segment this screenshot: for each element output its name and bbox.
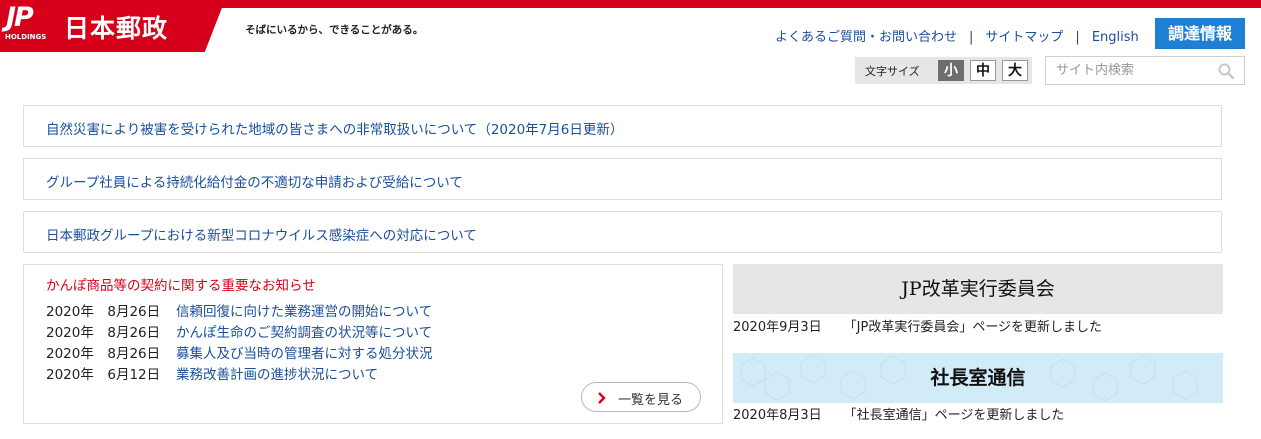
update-date: 2020年9月3日 bbox=[733, 320, 822, 335]
top-nav: よくあるご質問・お問い合わせ | サイトマップ | English bbox=[775, 26, 1139, 45]
chevron-right-icon bbox=[598, 392, 606, 404]
news-date: 2020年 8月26日 bbox=[46, 325, 161, 341]
news-date: 2020年 8月26日 bbox=[46, 346, 161, 362]
jp-reform-committee-title: JP改革実行委員会 bbox=[901, 278, 1055, 300]
news-link[interactable]: 業務改善計画の進捗状況について bbox=[176, 367, 378, 383]
site-search bbox=[1045, 56, 1245, 85]
news-link[interactable]: 募集人及び当時の管理者に対する処分状況 bbox=[176, 346, 433, 362]
update-text: 「社長室通信」ページを更新しました bbox=[843, 408, 1065, 423]
kampo-notice-title: かんぽ商品等の契約に関する重要なお知らせ bbox=[46, 278, 316, 294]
notice-link-disaster[interactable]: 自然災害により被害を受けられた地域の皆さまへの非常取扱いについて（2020年7月… bbox=[46, 118, 623, 138]
president-office-update: 2020年8月3日 「社長室通信」ページを更新しました bbox=[733, 404, 1064, 423]
font-size-medium-button[interactable]: 中 bbox=[970, 60, 996, 81]
logo[interactable]: JP HOLDINGS 日本郵政 bbox=[0, 0, 225, 52]
search-icon[interactable] bbox=[1218, 63, 1234, 79]
search-input[interactable] bbox=[1056, 61, 1216, 80]
notice-item: 自然災害により被害を受けられた地域の皆さまへの非常取扱いについて（2020年7月… bbox=[23, 105, 1222, 147]
font-size-switcher: 文字サイズ 小 中 大 bbox=[855, 57, 1032, 84]
brand-name: 日本郵政 bbox=[64, 14, 169, 43]
font-size-large-button[interactable]: 大 bbox=[1002, 60, 1028, 81]
president-office-title: 社長室通信 bbox=[930, 367, 1026, 389]
view-list-button[interactable]: 一覧を見る bbox=[581, 382, 701, 412]
news-row: 2020年 8月26日 募集人及び当時の管理者に対する処分状況 bbox=[46, 342, 433, 362]
jp-reform-committee-banner[interactable]: JP改革実行委員会 bbox=[733, 264, 1223, 314]
tagline: そばにいるから、できることがある。 bbox=[245, 24, 424, 36]
notice-item: 日本郵政グループにおける新型コロナウイルス感染症への対応について bbox=[23, 211, 1222, 253]
font-size-small-button[interactable]: 小 bbox=[938, 60, 964, 81]
jp-reform-update: 2020年9月3日 「JP改革実行委員会」ページを更新しました bbox=[733, 316, 1102, 335]
notice-link-covid[interactable]: 日本郵政グループにおける新型コロナウイルス感染症への対応について bbox=[46, 224, 477, 244]
update-date: 2020年8月3日 bbox=[733, 408, 822, 423]
news-date: 2020年 8月26日 bbox=[46, 304, 161, 320]
news-row: 2020年 8月26日 かんぽ生命のご契約調査の状況等について bbox=[46, 321, 432, 341]
font-size-label: 文字サイズ bbox=[865, 65, 920, 78]
notice-item: グループ社員による持続化給付金の不適切な申請および受給について bbox=[23, 158, 1222, 200]
news-row: 2020年 8月26日 信頼回復に向けた業務運営の開始について bbox=[46, 300, 432, 320]
nav-sitemap[interactable]: サイトマップ bbox=[985, 30, 1063, 45]
president-office-banner[interactable]: 社長室通信 bbox=[733, 353, 1223, 403]
news-link[interactable]: 信頼回復に向けた業務運営の開始について bbox=[176, 304, 432, 320]
news-row: 2020年 6月12日 業務改善計画の進捗状況について bbox=[46, 363, 378, 383]
view-list-label: 一覧を見る bbox=[618, 393, 684, 408]
news-link[interactable]: かんぽ生命のご契約調査の状況等について bbox=[176, 325, 432, 341]
nav-faq-contact[interactable]: よくあるご質問・お問い合わせ bbox=[775, 30, 957, 45]
nav-english[interactable]: English bbox=[1092, 30, 1139, 45]
nav-separator: | bbox=[1075, 30, 1080, 45]
jp-logo-mark: JP bbox=[6, 2, 34, 33]
kampo-notice-box: かんぽ商品等の契約に関する重要なお知らせ 2020年 8月26日 信頼回復に向けた… bbox=[23, 264, 723, 424]
nav-separator: | bbox=[969, 30, 974, 45]
procurement-button[interactable]: 調達情報 bbox=[1155, 18, 1245, 49]
jp-logo-holdings: HOLDINGS bbox=[5, 33, 47, 41]
news-date: 2020年 6月12日 bbox=[46, 367, 161, 383]
notice-link-subsidy[interactable]: グループ社員による持続化給付金の不適切な申請および受給について bbox=[46, 171, 463, 191]
update-text: 「JP改革実行委員会」ページを更新しました bbox=[843, 320, 1103, 335]
